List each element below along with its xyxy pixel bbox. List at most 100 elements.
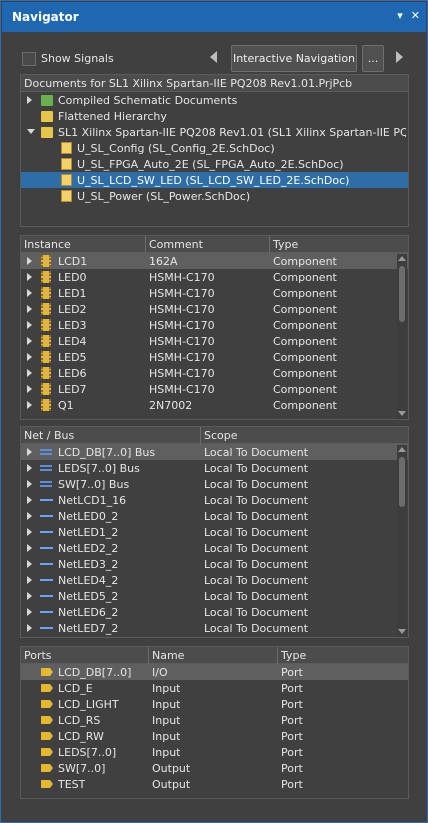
instance-comment: 2N7002 — [149, 399, 193, 412]
column-divider[interactable] — [200, 427, 201, 444]
scroll-down-icon[interactable] — [398, 411, 406, 416]
expand-arrow-icon[interactable] — [27, 464, 32, 472]
panel-titlebar[interactable]: Navigator ▾ ✕ — [2, 2, 426, 32]
show-signals-checkbox[interactable] — [22, 52, 36, 66]
more-options-button[interactable]: ... — [362, 45, 384, 72]
net-row[interactable]: NetLED5_2 Local To Document — [21, 588, 408, 604]
tree-item-fpga[interactable]: U_SL_FPGA_Auto_2E (SL_FPGA_Auto_2E.SchDo… — [21, 156, 408, 172]
scroll-up-icon[interactable] — [398, 256, 406, 261]
expand-arrow-icon[interactable] — [27, 305, 32, 313]
instance-row[interactable]: LED7 HSMH-C170 Component — [21, 381, 408, 397]
instance-row[interactable]: LED6 HSMH-C170 Component — [21, 365, 408, 381]
column-header-name[interactable]: Name — [152, 649, 184, 662]
expand-arrow-icon[interactable] — [27, 624, 32, 632]
port-row[interactable]: LCD_RS Input Port — [21, 712, 408, 728]
instances-scrollbar[interactable] — [397, 254, 407, 419]
net-row[interactable]: NetLED0_2 Local To Document — [21, 508, 408, 524]
tree-item-power[interactable]: U_SL_Power (SL_Power.SchDoc) — [21, 188, 408, 204]
net-row[interactable]: NetLED7_2 Local To Document — [21, 620, 408, 636]
column-header-ports[interactable]: Ports — [24, 649, 52, 662]
documents-header-label: Documents for SL1 Xilinx Spartan-IIE PQ2… — [24, 77, 353, 90]
panel-menu-icon[interactable]: ▾ — [397, 10, 403, 22]
expand-arrow-icon[interactable] — [27, 289, 32, 297]
column-header-type[interactable]: Type — [281, 649, 306, 662]
expand-arrow-icon[interactable] — [27, 496, 32, 504]
instance-row[interactable]: LED3 HSMH-C170 Component — [21, 317, 408, 333]
instance-row[interactable]: LED0 HSMH-C170 Component — [21, 269, 408, 285]
net-row[interactable]: NetLED4_2 Local To Document — [21, 572, 408, 588]
net-row[interactable]: LCD_DB[7..0] Bus Local To Document — [21, 444, 408, 460]
column-header-type[interactable]: Type — [273, 238, 298, 251]
close-icon[interactable]: ✕ — [411, 10, 420, 22]
tree-item-lcd-sw-led[interactable]: U_SL_LCD_SW_LED (SL_LCD_SW_LED_2E.SchDoc… — [21, 172, 408, 188]
column-divider[interactable] — [148, 647, 149, 664]
scroll-thumb[interactable] — [399, 457, 405, 507]
expand-arrow-icon[interactable] — [27, 448, 32, 456]
interactive-navigation-button[interactable]: Interactive Navigation — [231, 45, 357, 72]
instance-row[interactable]: LED5 HSMH-C170 Component — [21, 349, 408, 365]
port-row[interactable]: LCD_LIGHT Input Port — [21, 696, 408, 712]
instance-row[interactable]: LED1 HSMH-C170 Component — [21, 285, 408, 301]
port-row[interactable]: SW[7..0] Output Port — [21, 760, 408, 776]
tree-item-compiled[interactable]: Compiled Schematic Documents — [21, 92, 408, 108]
net-row[interactable]: NetLED1_2 Local To Document — [21, 524, 408, 540]
net-scope: Local To Document — [204, 510, 309, 523]
port-row[interactable]: LEDS[7..0] Input Port — [21, 744, 408, 760]
expand-arrow-icon[interactable] — [27, 337, 32, 345]
column-header-instance[interactable]: Instance — [24, 238, 71, 251]
expand-arrow-icon[interactable] — [27, 544, 32, 552]
column-divider[interactable] — [277, 647, 278, 664]
tree-item-config[interactable]: U_SL_Config (SL_Config_2E.SchDoc) — [21, 140, 408, 156]
tree-item-top-sheet[interactable]: SL1 Xilinx Spartan-IIE PQ208 Rev1.01 (SL… — [21, 124, 408, 140]
net-row[interactable]: NetLED6_2 Local To Document — [21, 604, 408, 620]
instance-row[interactable]: Q1 2N7002 Component — [21, 397, 408, 413]
net-row[interactable]: LEDS[7..0] Bus Local To Document — [21, 460, 408, 476]
nets-scrollbar[interactable] — [397, 445, 407, 637]
expand-arrow-icon[interactable] — [27, 480, 32, 488]
net-row[interactable]: NetLED3_2 Local To Document — [21, 556, 408, 572]
port-type: Port — [281, 682, 303, 695]
expand-arrow-icon[interactable] — [27, 608, 32, 616]
instance-name: LED6 — [58, 367, 87, 380]
instance-row[interactable]: LED2 HSMH-C170 Component — [21, 301, 408, 317]
net-row[interactable]: NetLED2_2 Local To Document — [21, 540, 408, 556]
net-row[interactable]: NetLCD1_16 Local To Document — [21, 492, 408, 508]
expand-arrow-icon[interactable] — [27, 560, 32, 568]
expand-arrow-icon[interactable] — [27, 321, 32, 329]
expand-arrow-icon[interactable] — [27, 96, 32, 104]
forward-arrow-icon[interactable] — [396, 51, 403, 63]
expand-arrow-icon[interactable] — [27, 257, 32, 265]
scroll-down-icon[interactable] — [398, 629, 406, 634]
net-row[interactable]: SW[7..0] Bus Local To Document — [21, 476, 408, 492]
tree-item-flattened[interactable]: Flattened Hierarchy — [21, 108, 408, 124]
expand-arrow-icon[interactable] — [27, 576, 32, 584]
back-arrow-icon[interactable] — [210, 51, 217, 63]
schematic-sheet-icon — [61, 142, 72, 154]
instance-row[interactable]: LED4 HSMH-C170 Component — [21, 333, 408, 349]
expand-arrow-icon[interactable] — [27, 592, 32, 600]
port-row[interactable]: LCD_E Input Port — [21, 680, 408, 696]
show-signals-label[interactable]: Show Signals — [41, 52, 114, 65]
column-header-scope[interactable]: Scope — [204, 429, 238, 442]
nets-list: LCD_DB[7..0] Bus Local To Document LEDS[7.… — [21, 444, 408, 636]
port-row[interactable]: LCD_DB[7..0] I/O Port — [21, 664, 408, 680]
port-type: Port — [281, 762, 303, 775]
expand-arrow-icon[interactable] — [27, 528, 32, 536]
column-divider[interactable] — [269, 236, 270, 253]
collapse-arrow-icon[interactable] — [27, 129, 35, 134]
column-divider[interactable] — [145, 236, 146, 253]
expand-arrow-icon[interactable] — [27, 401, 32, 409]
expand-arrow-icon[interactable] — [27, 385, 32, 393]
column-header-comment[interactable]: Comment — [149, 238, 203, 251]
scroll-up-icon[interactable] — [398, 447, 406, 452]
expand-arrow-icon[interactable] — [27, 369, 32, 377]
expand-arrow-icon[interactable] — [27, 353, 32, 361]
port-row[interactable]: LCD_RW Input Port — [21, 728, 408, 744]
column-header-net[interactable]: Net / Bus — [24, 429, 74, 442]
port-row[interactable]: TEST Output Port — [21, 776, 408, 792]
instance-row[interactable]: LCD1 162A Component — [21, 253, 408, 269]
expand-arrow-icon[interactable] — [27, 512, 32, 520]
instance-comment: HSMH-C170 — [149, 303, 215, 316]
scroll-thumb[interactable] — [399, 266, 405, 322]
expand-arrow-icon[interactable] — [27, 273, 32, 281]
